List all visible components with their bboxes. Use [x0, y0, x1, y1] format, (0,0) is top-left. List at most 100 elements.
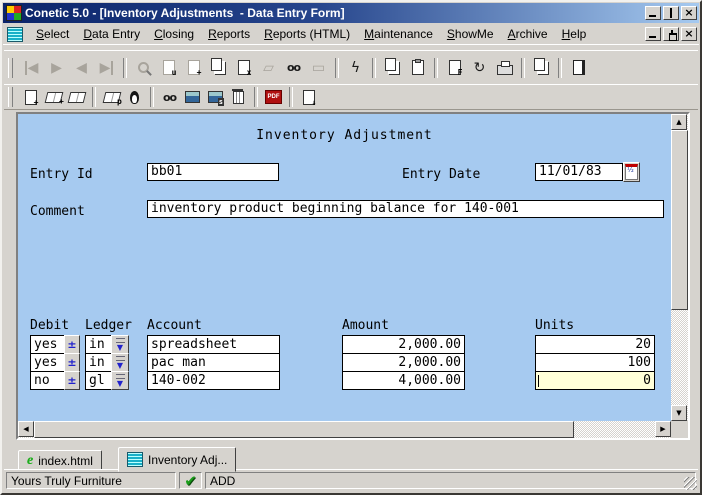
- close-icon: ×: [684, 8, 693, 18]
- horizontal-scroll-thumb[interactable]: [34, 421, 574, 438]
- copy-button[interactable]: [380, 55, 405, 80]
- menu-maintenance[interactable]: Maintenance: [357, 25, 440, 43]
- data-entry-form-window: Inventory Adjustment Entry Id Entry Date…: [16, 112, 690, 440]
- company-panel: Yours Truly Furniture: [6, 472, 176, 489]
- menu-bar: SelectData EntryClosingReportsReports (H…: [3, 24, 699, 45]
- debit-input[interactable]: yes: [30, 335, 65, 354]
- print-button[interactable]: [492, 55, 517, 80]
- print-icon: [497, 65, 513, 75]
- tux-button[interactable]: [123, 87, 146, 108]
- browse-records-button[interactable]: oo: [281, 55, 306, 80]
- scroll-right-button[interactable]: ▶: [655, 421, 671, 437]
- spinner-icon: ±: [67, 356, 76, 369]
- debit-input[interactable]: no: [30, 371, 65, 390]
- ledger-dropdown-button[interactable]: ▼: [111, 353, 129, 372]
- calendar-button[interactable]: [623, 162, 640, 182]
- open-append-button[interactable]: +: [42, 87, 65, 108]
- exit-button[interactable]: [566, 55, 591, 80]
- header-debit: Debit: [30, 318, 69, 333]
- maximize-button[interactable]: [663, 6, 679, 20]
- units-input[interactable]: 100: [535, 353, 655, 372]
- delete-record-icon: x: [238, 60, 250, 75]
- close-button[interactable]: ×: [681, 6, 697, 20]
- comment-input[interactable]: [147, 200, 664, 218]
- fast-process-icon: ϟ: [351, 61, 360, 75]
- debit-spinner-button[interactable]: ±: [64, 371, 80, 390]
- mdi-restore-button[interactable]: [663, 27, 679, 41]
- account-input[interactable]: spreadsheet: [147, 335, 280, 354]
- debit-spinner-button[interactable]: ±: [64, 335, 80, 354]
- amount-input[interactable]: 4,000.00: [342, 371, 465, 390]
- ledger-dropdown-button[interactable]: ▼: [111, 371, 129, 390]
- entry-date-input[interactable]: [535, 163, 623, 181]
- minimize-icon: [649, 15, 656, 17]
- toolbar-separator: [558, 58, 562, 78]
- refresh-icon: ↻: [474, 61, 486, 75]
- vertical-scroll-thumb[interactable]: [671, 130, 688, 310]
- export-download-button[interactable]: ↓: [297, 87, 320, 108]
- tab-inventory-adj[interactable]: Inventory Adj...: [118, 447, 236, 472]
- image-view-button[interactable]: [181, 87, 204, 108]
- paste-button[interactable]: [405, 55, 430, 80]
- debit-input[interactable]: yes: [30, 353, 65, 372]
- delete-record-button[interactable]: x: [231, 55, 256, 80]
- ledger-dropdown-button[interactable]: ▼: [111, 335, 129, 354]
- toolbar-grip[interactable]: [8, 58, 13, 78]
- menu-showme[interactable]: ShowMe: [440, 25, 501, 43]
- ledger-input[interactable]: gl: [85, 371, 112, 390]
- image-save-button[interactable]: s: [204, 87, 227, 108]
- refresh-button[interactable]: ↻: [467, 55, 492, 80]
- menu-select[interactable]: Select: [29, 25, 76, 43]
- menu-data-entry[interactable]: Data Entry: [76, 25, 147, 43]
- account-input[interactable]: 140-002: [147, 371, 280, 390]
- amount-input[interactable]: 2,000.00: [342, 335, 465, 354]
- menu-reports[interactable]: Reports: [201, 25, 257, 43]
- resize-grip[interactable]: [684, 477, 697, 490]
- menu-reports-html[interactable]: Reports (HTML): [257, 25, 357, 43]
- mdi-minimize-button[interactable]: [645, 27, 661, 41]
- menu-archive[interactable]: Archive: [501, 25, 555, 43]
- minimize-button[interactable]: [645, 6, 661, 20]
- new-document-button[interactable]: +: [19, 87, 42, 108]
- open-project-button[interactable]: p: [100, 87, 123, 108]
- ledger-input[interactable]: in: [85, 353, 112, 372]
- horizontal-scrollbar[interactable]: ◀ ▶: [18, 421, 671, 438]
- entry-id-input[interactable]: [147, 163, 279, 181]
- scroll-up-button[interactable]: ▲: [671, 114, 687, 130]
- vertical-scrollbar[interactable]: ▲ ▼: [671, 114, 688, 421]
- menu-closing[interactable]: Closing: [147, 25, 201, 43]
- browse-records-icon: oo: [287, 62, 300, 73]
- pdf-export-icon: PDF: [265, 90, 282, 104]
- debit-spinner-button[interactable]: ±: [64, 353, 80, 372]
- duplicate-record-button[interactable]: [206, 55, 231, 80]
- delete-document-button[interactable]: [227, 87, 250, 108]
- tab-index-html[interactable]: e index.html: [18, 450, 102, 471]
- mdi-close-button[interactable]: ×: [681, 27, 697, 41]
- scroll-down-button[interactable]: ▼: [671, 405, 687, 421]
- menu-help[interactable]: Help: [555, 25, 594, 43]
- open-document-icon: [67, 92, 86, 103]
- fast-process-button[interactable]: ϟ: [343, 55, 368, 80]
- units-input[interactable]: 0: [535, 371, 655, 390]
- open-document-button[interactable]: [65, 87, 88, 108]
- application-window: Conetic 5.0 - [Inventory Adjustments - D…: [0, 0, 702, 495]
- amount-input[interactable]: 2,000.00: [342, 353, 465, 372]
- form-list-icon[interactable]: [7, 27, 23, 42]
- units-input[interactable]: 20: [535, 335, 655, 354]
- exit-icon: [573, 60, 585, 75]
- scroll-left-button[interactable]: ◀: [18, 421, 34, 437]
- ie-icon: e: [27, 454, 33, 468]
- form-options-button[interactable]: F: [442, 55, 467, 80]
- account-input[interactable]: pac man: [147, 353, 280, 372]
- toolbar-separator: [335, 58, 339, 78]
- document-tab-bar: e index.html Inventory Adj...: [4, 444, 698, 472]
- toolbar-separator: [92, 87, 96, 107]
- search-button[interactable]: oo: [158, 87, 181, 108]
- dropdown-icon: ▼: [117, 380, 123, 388]
- ledger-input[interactable]: in: [85, 335, 112, 354]
- print-copies-icon: [534, 58, 545, 71]
- toolbar-grip[interactable]: [8, 87, 13, 107]
- pdf-export-button[interactable]: PDF: [262, 87, 285, 108]
- scroll-right-icon: ▶: [660, 425, 665, 433]
- adjustment-grid: yes±in▼spreadsheet2,000.0020yes±in▼pac m…: [18, 335, 671, 390]
